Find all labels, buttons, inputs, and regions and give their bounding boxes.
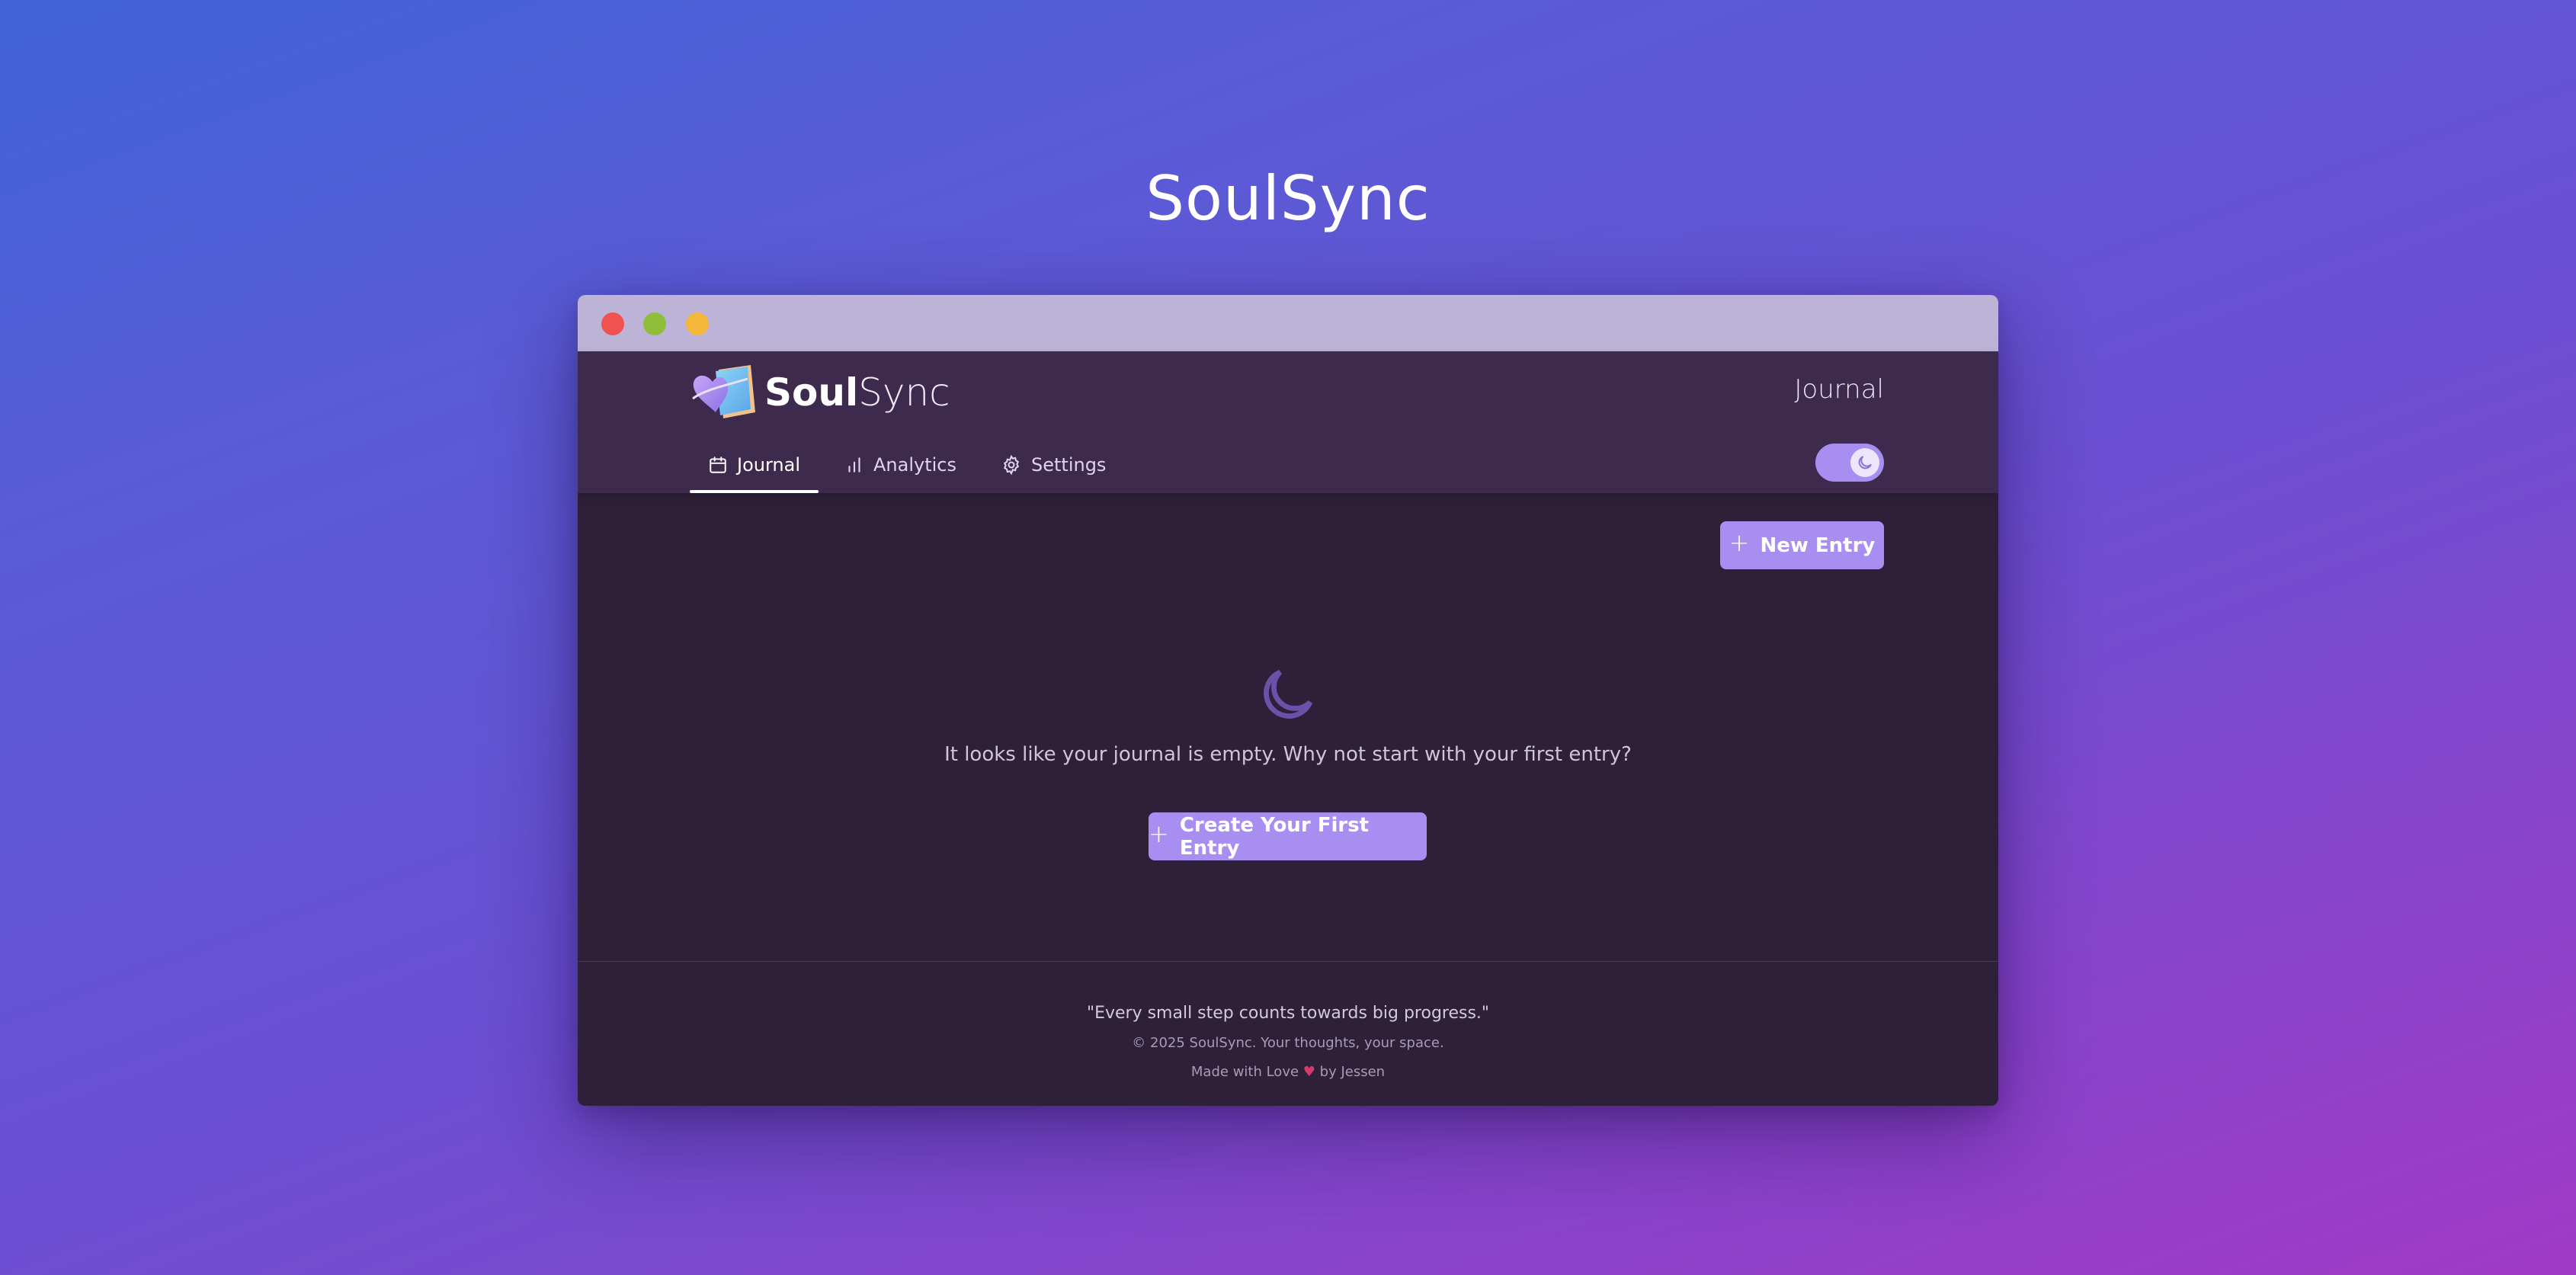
new-entry-button[interactable]: + New Entry (1720, 521, 1884, 569)
maximize-window-button[interactable] (686, 312, 709, 335)
tab-journal-label: Journal (737, 454, 801, 476)
brand-name-bold: Soul (764, 370, 859, 415)
made-with-love-text: Made with Love (1190, 1064, 1299, 1080)
footer-credits: Made with Love ♥ by Jessen (578, 1064, 1998, 1080)
close-window-button[interactable] (601, 312, 624, 335)
plus-icon: + (1729, 527, 1750, 557)
brand-name: SoulSync (764, 370, 950, 415)
logo-icon (690, 362, 758, 423)
journal-main: + New Entry It looks like your journal i… (578, 493, 1998, 961)
app-window: SoulSync Journal Journal Analytics Setti… (578, 295, 1998, 1106)
brand-logo[interactable]: SoulSync (690, 362, 950, 423)
hero-title: SoulSync (1145, 163, 1431, 234)
footer-quote: "Every small step counts towards big pro… (1086, 1004, 1490, 1023)
app-footer: "Every small step counts towards big pro… (578, 961, 1998, 1106)
tab-settings-label: Settings (1031, 454, 1107, 476)
heart-icon: ♥ (1302, 1064, 1315, 1080)
app-header: SoulSync Journal Journal Analytics Setti… (578, 351, 1998, 493)
empty-state-message: It looks like your journal is empty. Why… (944, 743, 1632, 766)
author-text: by Jessen (1319, 1064, 1386, 1080)
tab-analytics-label: Analytics (873, 454, 956, 476)
toggle-knob (1850, 448, 1879, 477)
create-first-entry-button[interactable]: + Create Your First Entry (1149, 812, 1427, 860)
tab-settings[interactable]: Settings (982, 439, 1124, 491)
brand-name-light: Sync (858, 370, 950, 415)
bar-chart-icon (848, 457, 860, 473)
tab-journal[interactable]: Journal (690, 439, 819, 493)
create-first-entry-label: Create Your First Entry (1179, 813, 1370, 860)
theme-toggle[interactable] (1815, 444, 1884, 482)
empty-state-moon-icon (1264, 669, 1313, 719)
new-entry-label: New Entry (1760, 533, 1876, 557)
calendar-icon (710, 457, 726, 473)
footer-copyright: © 2025 SoulSync. Your thoughts, your spa… (1132, 1035, 1444, 1051)
minimize-window-button[interactable] (643, 312, 666, 335)
window-titlebar (578, 295, 1998, 351)
main-nav: Journal Analytics Settings (690, 439, 1132, 493)
moon-icon (1858, 456, 1872, 469)
plus-icon: + (1149, 818, 1169, 848)
gear-icon (1003, 454, 1020, 476)
page-title: Journal (1794, 374, 1884, 405)
tab-analytics[interactable]: Analytics (826, 439, 975, 491)
